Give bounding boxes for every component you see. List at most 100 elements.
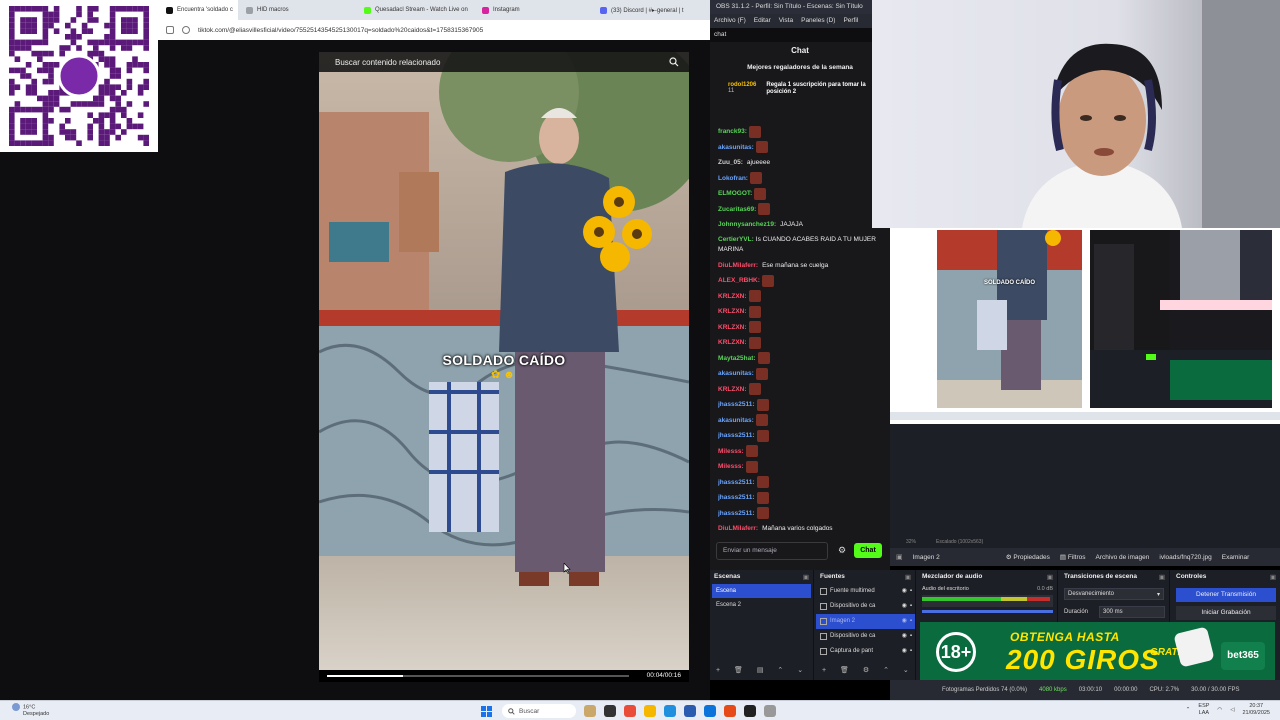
scenes-footer-buttons[interactable]: + 🗑 ▤ ⌃ ⌄ (716, 666, 809, 674)
duration-input[interactable]: 300 ms (1099, 606, 1165, 618)
stop-streaming-button[interactable]: Detener Transmisión (1176, 588, 1276, 602)
chat-message-input[interactable]: Enviar un mensaje (716, 542, 828, 560)
chat-username[interactable]: ALEX_RBHK: (718, 273, 760, 289)
start-recording-button[interactable]: Iniciar Grabación (1176, 606, 1276, 620)
browser-tab[interactable]: Quesadacl Stream - Watch Live on (356, 0, 474, 20)
chat-username[interactable]: jhasss2511: (718, 397, 755, 413)
lock-icon[interactable]: ▪ (910, 629, 912, 644)
app-icon[interactable] (764, 705, 776, 717)
language-indicator[interactable]: ESP LAA (1198, 703, 1209, 717)
chat-username[interactable]: KRLZXN: (718, 382, 747, 398)
address-bar[interactable]: tiktok.com/@eliasvillesficial/video/7552… (158, 20, 710, 40)
lock-icon[interactable]: ▪ (910, 584, 912, 599)
volume-icon[interactable]: ◁ (1230, 707, 1234, 714)
chat-username[interactable]: akasunitas: (718, 366, 754, 382)
chat-username[interactable]: ELMOGOT: (718, 186, 752, 202)
clock[interactable]: 20:37 21/09/2025 (1242, 703, 1270, 717)
source-item[interactable]: Fuente multimed ◉ ▪ (816, 584, 915, 599)
dock-close-icon[interactable]: ▣ (905, 573, 911, 581)
video-progress-bar[interactable] (327, 675, 629, 677)
chat-username[interactable]: akasunitas: (718, 140, 754, 156)
search-icon[interactable] (669, 57, 679, 67)
chat-username[interactable]: Mayta25hat: (718, 351, 756, 367)
chat-username[interactable]: DiuLMilaferr: (718, 521, 758, 537)
dock-close-icon[interactable]: ▣ (1159, 573, 1165, 581)
visibility-eye-icon[interactable]: ◉ (902, 599, 907, 614)
browse-button[interactable]: Examinar (1222, 554, 1249, 561)
source-item[interactable]: Imagen 2 ◉ ▪ (816, 614, 915, 629)
lock-icon[interactable]: ▪ (910, 614, 912, 629)
sources-footer-buttons[interactable]: + 🗑 ⚙ ⌃ ⌄ (822, 666, 915, 674)
preview-screen-capture[interactable] (1090, 230, 1272, 408)
dock-close-icon[interactable]: ▣ (1047, 573, 1053, 581)
filters-button[interactable]: ▤ Filtros (1060, 553, 1086, 561)
chat-username[interactable]: Milesss: (718, 459, 744, 475)
leader-cta[interactable]: Regala 1 suscripción para tomar la posic… (766, 82, 888, 96)
explorer-app-icon[interactable] (584, 705, 596, 717)
visibility-eye-icon[interactable]: ◉ (902, 644, 907, 659)
obs-app-icon[interactable] (744, 705, 756, 717)
obs-preview-canvas[interactable]: SOLDADO CAÍDO (890, 228, 1280, 424)
chat-username[interactable]: KRLZXN: (718, 335, 747, 351)
obs-menu-item[interactable]: Archivo (F) (714, 17, 746, 25)
obs-menu-item[interactable]: Editar (754, 17, 771, 25)
chat-send-button[interactable]: Chat (854, 543, 882, 558)
dock-close-icon[interactable]: ▣ (803, 573, 809, 581)
chat-username[interactable]: Lokofran: (718, 171, 748, 187)
chat-username[interactable]: Johnnysanchez19: (718, 217, 776, 233)
bookmark-icon[interactable] (166, 26, 174, 34)
dock-close-icon[interactable]: ▣ (1270, 573, 1276, 581)
browser-tab[interactable]: Encuentra 'soldado c (158, 0, 238, 20)
chat-username[interactable]: jhasss2511: (718, 475, 755, 491)
chat-username[interactable]: akasunitas: (718, 413, 754, 429)
scene-item[interactable]: Escena 2 (712, 598, 811, 612)
lock-icon[interactable]: ▪ (910, 644, 912, 659)
edge-app-icon[interactable] (664, 705, 676, 717)
source-item[interactable]: Dispositivo de ca ◉ ▪ (816, 599, 915, 614)
chat-username[interactable]: franck93: (718, 124, 747, 140)
browser-tab[interactable]: Instagram (474, 0, 592, 20)
outlook-app-icon[interactable] (704, 705, 716, 717)
video-search-bar[interactable]: Buscar contenido relacionado (319, 52, 689, 72)
obs-menu-item[interactable]: Perfil (843, 17, 858, 25)
chat-username[interactable]: jhasss2511: (718, 428, 755, 444)
brave-app-icon[interactable] (724, 705, 736, 717)
chat-username[interactable]: CertierYVL: (718, 236, 754, 243)
chrome-app-icon[interactable] (624, 705, 636, 717)
chat-username[interactable]: DiuLMilaferr: (718, 258, 758, 274)
chat-dock-tab[interactable]: chat (710, 28, 890, 42)
chat-username[interactable]: jhasss2511: (718, 506, 755, 522)
properties-button[interactable]: ⚙ Propiedades (1006, 553, 1050, 561)
source-item[interactable]: Captura de pant ◉ ▪ (816, 644, 915, 659)
chat-username[interactable]: Zucaritas69: (718, 202, 756, 218)
lock-icon[interactable]: ▪ (910, 599, 912, 614)
visibility-eye-icon[interactable]: ◉ (902, 584, 907, 599)
chat-username[interactable]: KRLZXN: (718, 304, 747, 320)
taskbar-search[interactable]: Buscar (502, 704, 576, 718)
site-settings-icon[interactable] (182, 26, 190, 34)
weather-widget[interactable]: 16°C Despejado (12, 703, 49, 718)
chat-username[interactable]: Zuu_05: (718, 155, 743, 171)
gear-icon[interactable]: ⚙ (838, 545, 846, 556)
transition-type-select[interactable]: Desvanecimiento ▾ (1064, 588, 1164, 600)
windows-start-icon[interactable] (481, 706, 492, 717)
image-file-path[interactable]: ivloads/fnq720.jpg (1159, 554, 1211, 561)
visibility-eye-icon[interactable]: ◉ (902, 629, 907, 644)
preview-video-source[interactable]: SOLDADO CAÍDO (937, 230, 1082, 408)
scene-item[interactable]: Escena (712, 584, 811, 598)
source-item[interactable]: Dispositivo de ca ◉ ▪ (816, 629, 915, 644)
obs-menu-item[interactable]: Paneles (D) (801, 17, 835, 25)
browser-tab[interactable]: (33) Discord | #▸-general | t (592, 0, 710, 20)
leaderboard-entry[interactable]: rodol1206 11 Regala 1 suscripción para t… (728, 82, 888, 96)
chat-username[interactable]: Milesss: (718, 444, 744, 460)
visibility-eye-icon[interactable]: ◉ (902, 614, 907, 629)
chat-username[interactable]: KRLZXN: (718, 320, 747, 336)
tray-chevron-icon[interactable]: ⌃ (1186, 707, 1191, 714)
files-app-icon[interactable] (644, 705, 656, 717)
mixer-volume-slider[interactable] (922, 610, 1053, 613)
obs-menu-item[interactable]: Vista (779, 17, 793, 25)
store-app-icon[interactable] (684, 705, 696, 717)
terminal-app-icon[interactable] (604, 705, 616, 717)
chat-username[interactable]: KRLZXN: (718, 289, 747, 305)
video-player[interactable]: Buscar contenido relacionado SOLDADO CAÍ… (319, 52, 689, 670)
